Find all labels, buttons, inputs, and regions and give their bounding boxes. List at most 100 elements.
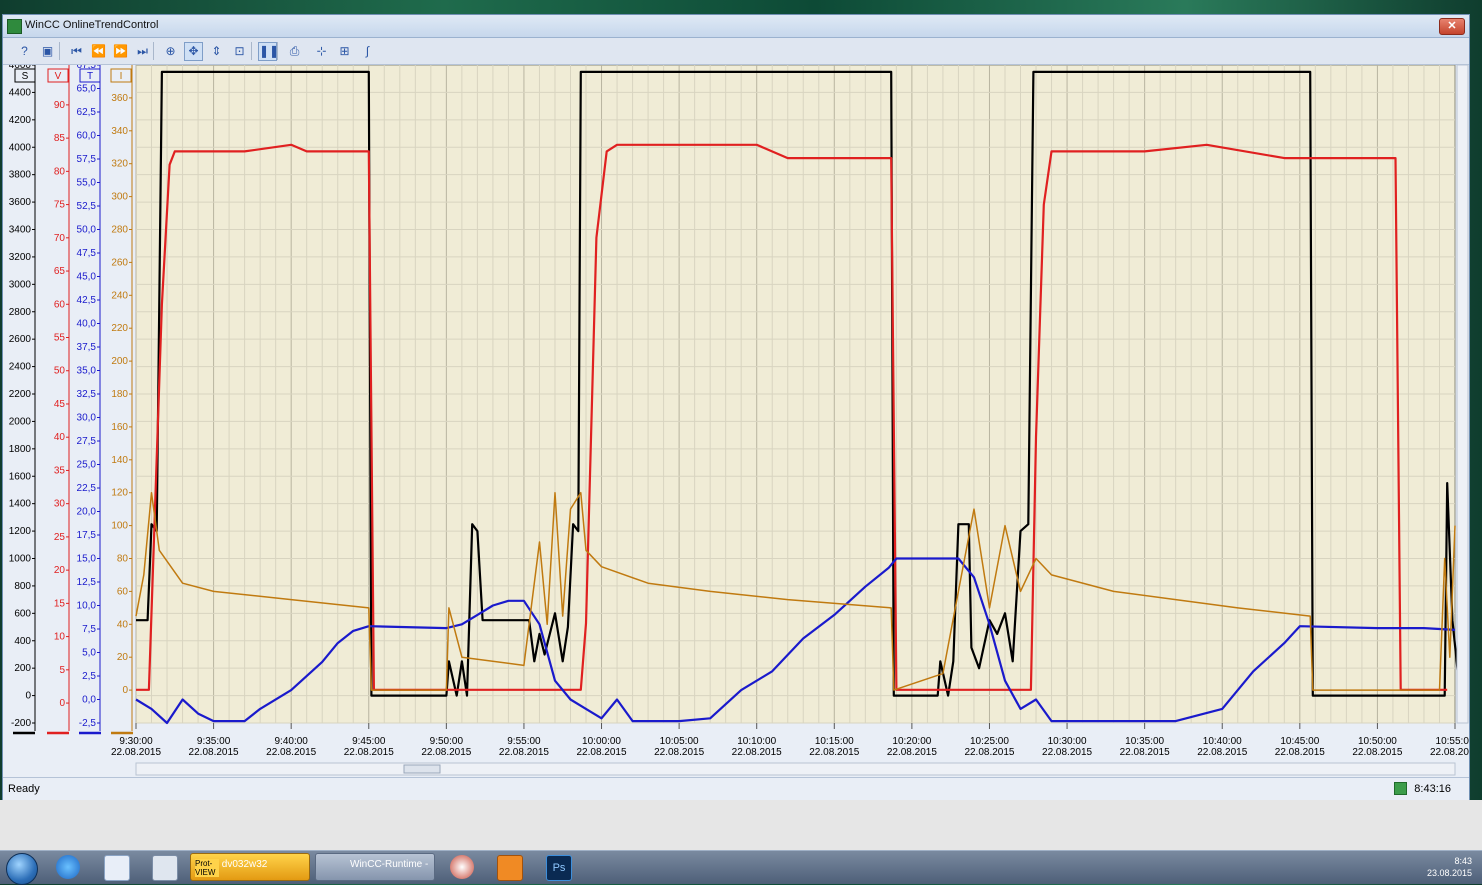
- axis-tick-label: 3200: [9, 252, 32, 263]
- axis-tick-label: 20: [54, 565, 66, 576]
- x-tick-time: 10:10:00: [737, 736, 776, 747]
- axis-tick-label: 0: [59, 698, 65, 709]
- axis-tick-label: 42,5: [77, 295, 97, 306]
- x-tick-time: 10:05:00: [660, 736, 699, 747]
- axis-header-label: S: [22, 71, 29, 82]
- axis-tick-label: 280: [111, 225, 128, 236]
- x-tick-time: 10:55:00: [1436, 736, 1469, 747]
- axis-tick-label: 1000: [9, 554, 32, 565]
- axis-tick-label: 1400: [9, 499, 32, 510]
- axis-tick-label: 600: [14, 608, 31, 619]
- explorer-window-icon[interactable]: [104, 855, 130, 881]
- next-record-icon[interactable]: ⏩: [111, 42, 130, 61]
- system-clock[interactable]: 8:43 23.08.2015: [1427, 855, 1472, 879]
- move-trend-area-icon[interactable]: ✥: [184, 42, 203, 61]
- media-player-icon[interactable]: [497, 855, 523, 881]
- taskbar-item-protview[interactable]: Prot- VIEW dv032w32: [190, 853, 310, 881]
- axis-tick-label: 35,0: [77, 366, 97, 377]
- axis-tick-label: 0,0: [82, 695, 96, 706]
- axis-tick-label: 40: [117, 619, 129, 630]
- axis-tick-label: -200: [11, 718, 31, 729]
- x-tick-date: 22.08.2015: [809, 747, 859, 758]
- help-icon[interactable]: ?: [15, 42, 34, 61]
- original-view-icon[interactable]: ⊡: [230, 42, 249, 61]
- x-tick-date: 22.08.2015: [732, 747, 782, 758]
- axis-tick-label: 220: [111, 323, 128, 334]
- trend-control-window: WinCC OnlineTrendControl ✕ ? ▣ ⏮ ⏪ ⏩ ⏭ ⊕ ✥ ⇕ ⊡ ❚❚ ⎙…: [2, 14, 1470, 800]
- axis-tick-label: 65,0: [77, 84, 97, 95]
- x-tick-time: 10:00:00: [582, 736, 621, 747]
- axis-tick-label: 340: [111, 126, 128, 137]
- axis-tick-label: 1800: [9, 444, 32, 455]
- axis-tick-label: 32,5: [77, 389, 97, 400]
- move-axes-icon[interactable]: ⇕: [207, 42, 226, 61]
- axis-tick-label: 15: [54, 598, 66, 609]
- x-tick-time: 10:25:00: [970, 736, 1009, 747]
- axis-tick-label: 4200: [9, 115, 32, 126]
- axis-tick-label: 55: [54, 333, 66, 344]
- first-record-icon[interactable]: ⏮: [67, 42, 86, 61]
- start-stop-icon[interactable]: ❚❚: [258, 42, 279, 61]
- axis-tick-label: 4000: [9, 142, 32, 153]
- x-tick-time: 9:50:00: [430, 736, 464, 747]
- vertical-scrollbar[interactable]: [1456, 65, 1469, 724]
- statistics-icon[interactable]: ∫: [358, 42, 377, 61]
- taskbar-item-label: dv032w32: [221, 859, 268, 870]
- axis-header-label: T: [87, 71, 93, 82]
- snipping-tool-icon[interactable]: [450, 855, 474, 879]
- x-tick-date: 22.08.2015: [964, 747, 1014, 758]
- axis-tick-label: 240: [111, 290, 128, 301]
- axis-tick-label: 180: [111, 389, 128, 400]
- axis-tick-label: 27,5: [77, 436, 97, 447]
- axis-tick-label: 2,5: [82, 671, 96, 682]
- axis-tick-label: 90: [54, 100, 66, 111]
- config-dialog-icon[interactable]: ▣: [38, 42, 57, 61]
- photoshop-icon[interactable]: Ps: [546, 855, 572, 881]
- calculator-icon[interactable]: [152, 855, 178, 881]
- status-time: 8:43:16: [1414, 783, 1451, 795]
- print-icon[interactable]: ⎙: [285, 42, 304, 61]
- ruler-icon[interactable]: ⊹: [312, 42, 331, 61]
- title-bar[interactable]: WinCC OnlineTrendControl ✕: [3, 15, 1469, 38]
- scrollbar-thumb[interactable]: [403, 764, 441, 774]
- internet-explorer-icon[interactable]: [56, 855, 80, 879]
- axis-tick-label: 10: [54, 632, 66, 643]
- axis-tick-label: 37,5: [77, 342, 97, 353]
- axis-tick-label: 20: [117, 652, 129, 663]
- axis-tick-label: 22,5: [77, 483, 97, 494]
- axis-tick-label: 5,0: [82, 648, 96, 659]
- close-button[interactable]: ✕: [1439, 18, 1465, 35]
- start-button[interactable]: [6, 853, 38, 885]
- axis-tick-label: 40: [54, 432, 66, 443]
- x-tick-date: 22.08.2015: [654, 747, 704, 758]
- axis-tick-label: 30,0: [77, 413, 97, 424]
- axis-tick-label: 35: [54, 465, 66, 476]
- previous-record-icon[interactable]: ⏪: [89, 42, 108, 61]
- axis-tick-label: 60: [54, 299, 66, 310]
- toolbar-separator: [251, 42, 252, 60]
- horizontal-scrollbar[interactable]: [135, 762, 1456, 776]
- taskbar-item-wincc-runtime[interactable]: WinCC-Runtime -: [315, 853, 435, 881]
- axis-tick-label: 200: [111, 356, 128, 367]
- x-tick-time: 9:55:00: [507, 736, 541, 747]
- axis-tick-label: 320: [111, 159, 128, 170]
- axis-tick-label: 2400: [9, 362, 32, 373]
- axis-tick-label: 52,5: [77, 201, 97, 212]
- zoom-area-icon[interactable]: ⊕: [161, 42, 180, 61]
- last-record-icon[interactable]: ⏭: [133, 42, 152, 61]
- axis-tick-label: 160: [111, 422, 128, 433]
- x-tick-date: 22.08.2015: [576, 747, 626, 758]
- axis-tick-label: 45: [54, 399, 66, 410]
- axis-tick-label: 0: [122, 685, 128, 696]
- x-tick-time: 10:20:00: [892, 736, 931, 747]
- trend-chart[interactable]: S440042004000380036003400320030002800260…: [3, 65, 1469, 777]
- x-tick-time: 9:45:00: [352, 736, 386, 747]
- x-tick-time: 10:15:00: [815, 736, 854, 747]
- select-time-range-icon[interactable]: ⊞: [335, 42, 354, 61]
- axis-tick-label: 140: [111, 455, 128, 466]
- axis-tick-label: 100: [111, 521, 128, 532]
- axis-tick-label: 7,5: [82, 624, 96, 635]
- axis-tick-label: 55,0: [77, 178, 97, 189]
- axis-tick-label: 360: [111, 93, 128, 104]
- x-tick-time: 10:50:00: [1358, 736, 1397, 747]
